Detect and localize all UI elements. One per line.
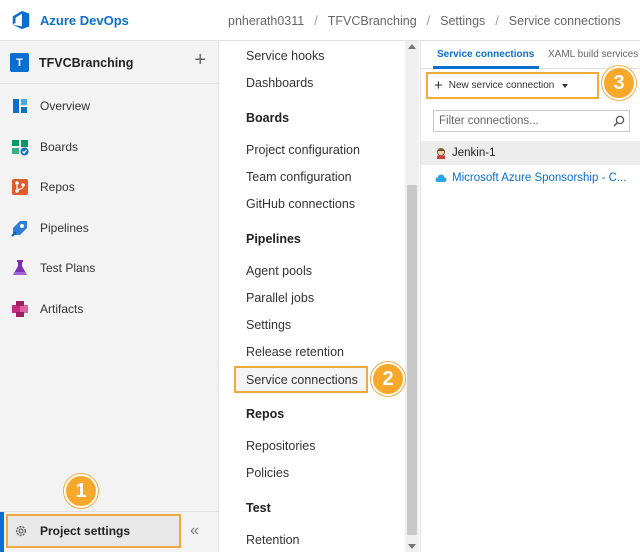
azure-cloud-icon	[435, 174, 447, 182]
breadcrumb-separator: /	[314, 14, 318, 28]
nav-item-overview[interactable]: Overview	[10, 94, 210, 118]
overview-icon	[13, 99, 27, 113]
nav-item-label: Boards	[40, 140, 79, 154]
active-indicator	[0, 512, 4, 552]
settings-item-github-connections[interactable]: GitHub connections	[246, 197, 355, 211]
new-service-connection-button[interactable]: + New service connection	[426, 72, 599, 99]
nav-item-label: Artifacts	[40, 302, 84, 316]
nav-item-pipelines[interactable]: Pipelines	[10, 216, 210, 240]
settings-item-agent-pools[interactable]: Agent pools	[246, 264, 312, 278]
breadcrumb-settings[interactable]: Settings	[440, 14, 485, 28]
settings-section-test: Test	[246, 501, 271, 515]
project-settings-row: Project settings «	[0, 512, 218, 552]
settings-section-pipelines: Pipelines	[246, 232, 301, 246]
plus-icon: +	[434, 76, 443, 94]
jenkins-icon	[437, 148, 445, 159]
breadcrumb-separator: /	[426, 14, 431, 28]
settings-item-service-connections[interactable]: Service connections	[234, 366, 368, 393]
settings-item-release-retention[interactable]: Release retention	[246, 345, 344, 359]
nav-item-label: Repos	[40, 180, 75, 194]
nav-item-label: Overview	[40, 99, 91, 113]
filter-connections-input[interactable]	[434, 111, 604, 131]
settings-section-repos: Repos	[246, 407, 285, 421]
callout-3: 3	[602, 66, 636, 100]
settings-item-retention[interactable]: Retention	[246, 533, 300, 547]
azure-devops-logo-icon	[12, 10, 30, 30]
connection-name: Jenkin-1	[452, 147, 496, 159]
nav-item-boards[interactable]: Boards	[10, 135, 210, 159]
breadcrumb-organization[interactable]: pnherath0311	[228, 14, 304, 28]
settings-item-team-configuration[interactable]: Team configuration	[246, 170, 352, 184]
brand[interactable]: Azure DevOps	[10, 9, 129, 31]
settings-section-boards: Boards	[246, 111, 290, 125]
service-connections-panel: Service connections XAML build services …	[421, 41, 640, 552]
breadcrumb: pnherath0311 / TFVCBranching / Settings / Serv…	[228, 14, 621, 28]
scrollbar[interactable]	[405, 41, 419, 552]
divider	[0, 83, 218, 84]
settings-item-project-configuration[interactable]: Project configuration	[246, 143, 360, 157]
settings-item-dashboards[interactable]: Dashboards	[246, 76, 313, 90]
tab-bar: Service connections XAML build services	[421, 41, 640, 69]
boards-icon	[12, 140, 29, 156]
nav-item-label: Test Plans	[40, 261, 96, 275]
callout-1: 1	[64, 474, 98, 508]
nav-item-artifacts[interactable]: Artifacts	[10, 297, 210, 321]
connection-item[interactable]: Jenkin-1	[421, 141, 640, 165]
nav-item-label: Pipelines	[40, 221, 89, 235]
settings-item-repositories[interactable]: Repositories	[246, 439, 315, 453]
search-icon[interactable]	[613, 115, 625, 127]
gear-icon	[15, 525, 27, 537]
project-settings-button[interactable]: Project settings	[6, 514, 181, 548]
artifacts-icon	[12, 301, 28, 317]
project-header[interactable]: T TFVCBranching +	[10, 50, 210, 72]
filter-connections	[433, 110, 630, 132]
scroll-up-icon[interactable]	[408, 44, 416, 49]
top-bar: Azure DevOps pnherath0311 / TFVCBranching /…	[0, 0, 640, 41]
brand-name: Azure DevOps	[40, 12, 129, 28]
test-plans-icon	[13, 260, 27, 275]
settings-item-policies[interactable]: Policies	[246, 466, 289, 480]
project-avatar: T	[10, 53, 29, 72]
pipelines-icon	[11, 221, 27, 237]
project-name: TFVCBranching	[39, 55, 134, 70]
callout-2: 2	[371, 362, 405, 396]
breadcrumb-project[interactable]: TFVCBranching	[328, 14, 417, 28]
repos-icon	[12, 179, 28, 195]
breadcrumb-service-connections[interactable]: Service connections	[509, 14, 621, 28]
connection-name: Microsoft Azure Sponsorship - C...	[452, 172, 627, 184]
settings-item-settings[interactable]: Settings	[246, 318, 291, 332]
nav-item-test-plans[interactable]: Test Plans	[10, 256, 210, 280]
connection-item[interactable]: Microsoft Azure Sponsorship - C...	[421, 166, 640, 190]
scroll-down-icon[interactable]	[408, 544, 416, 549]
nav-item-repos[interactable]: Repos	[10, 175, 210, 199]
project-settings-label: Project settings	[40, 524, 131, 538]
left-navigation: T TFVCBranching + Overview Boards Repos …	[0, 41, 219, 552]
chevron-down-icon	[562, 83, 569, 88]
scroll-thumb[interactable]	[407, 185, 417, 535]
add-icon[interactable]: +	[194, 50, 206, 70]
tab-xaml-build-services[interactable]: XAML build services	[548, 49, 638, 60]
settings-item-service-hooks[interactable]: Service hooks	[246, 49, 325, 63]
active-tab-indicator	[433, 66, 539, 69]
collapse-nav-icon[interactable]: «	[190, 522, 199, 540]
tab-service-connections[interactable]: Service connections	[437, 49, 534, 60]
settings-item-parallel-jobs[interactable]: Parallel jobs	[246, 291, 314, 305]
breadcrumb-separator: /	[495, 14, 499, 28]
new-service-connection-label: New service connection	[448, 80, 555, 91]
settings-navigation: Service hooks Dashboards Boards Project …	[219, 41, 421, 552]
